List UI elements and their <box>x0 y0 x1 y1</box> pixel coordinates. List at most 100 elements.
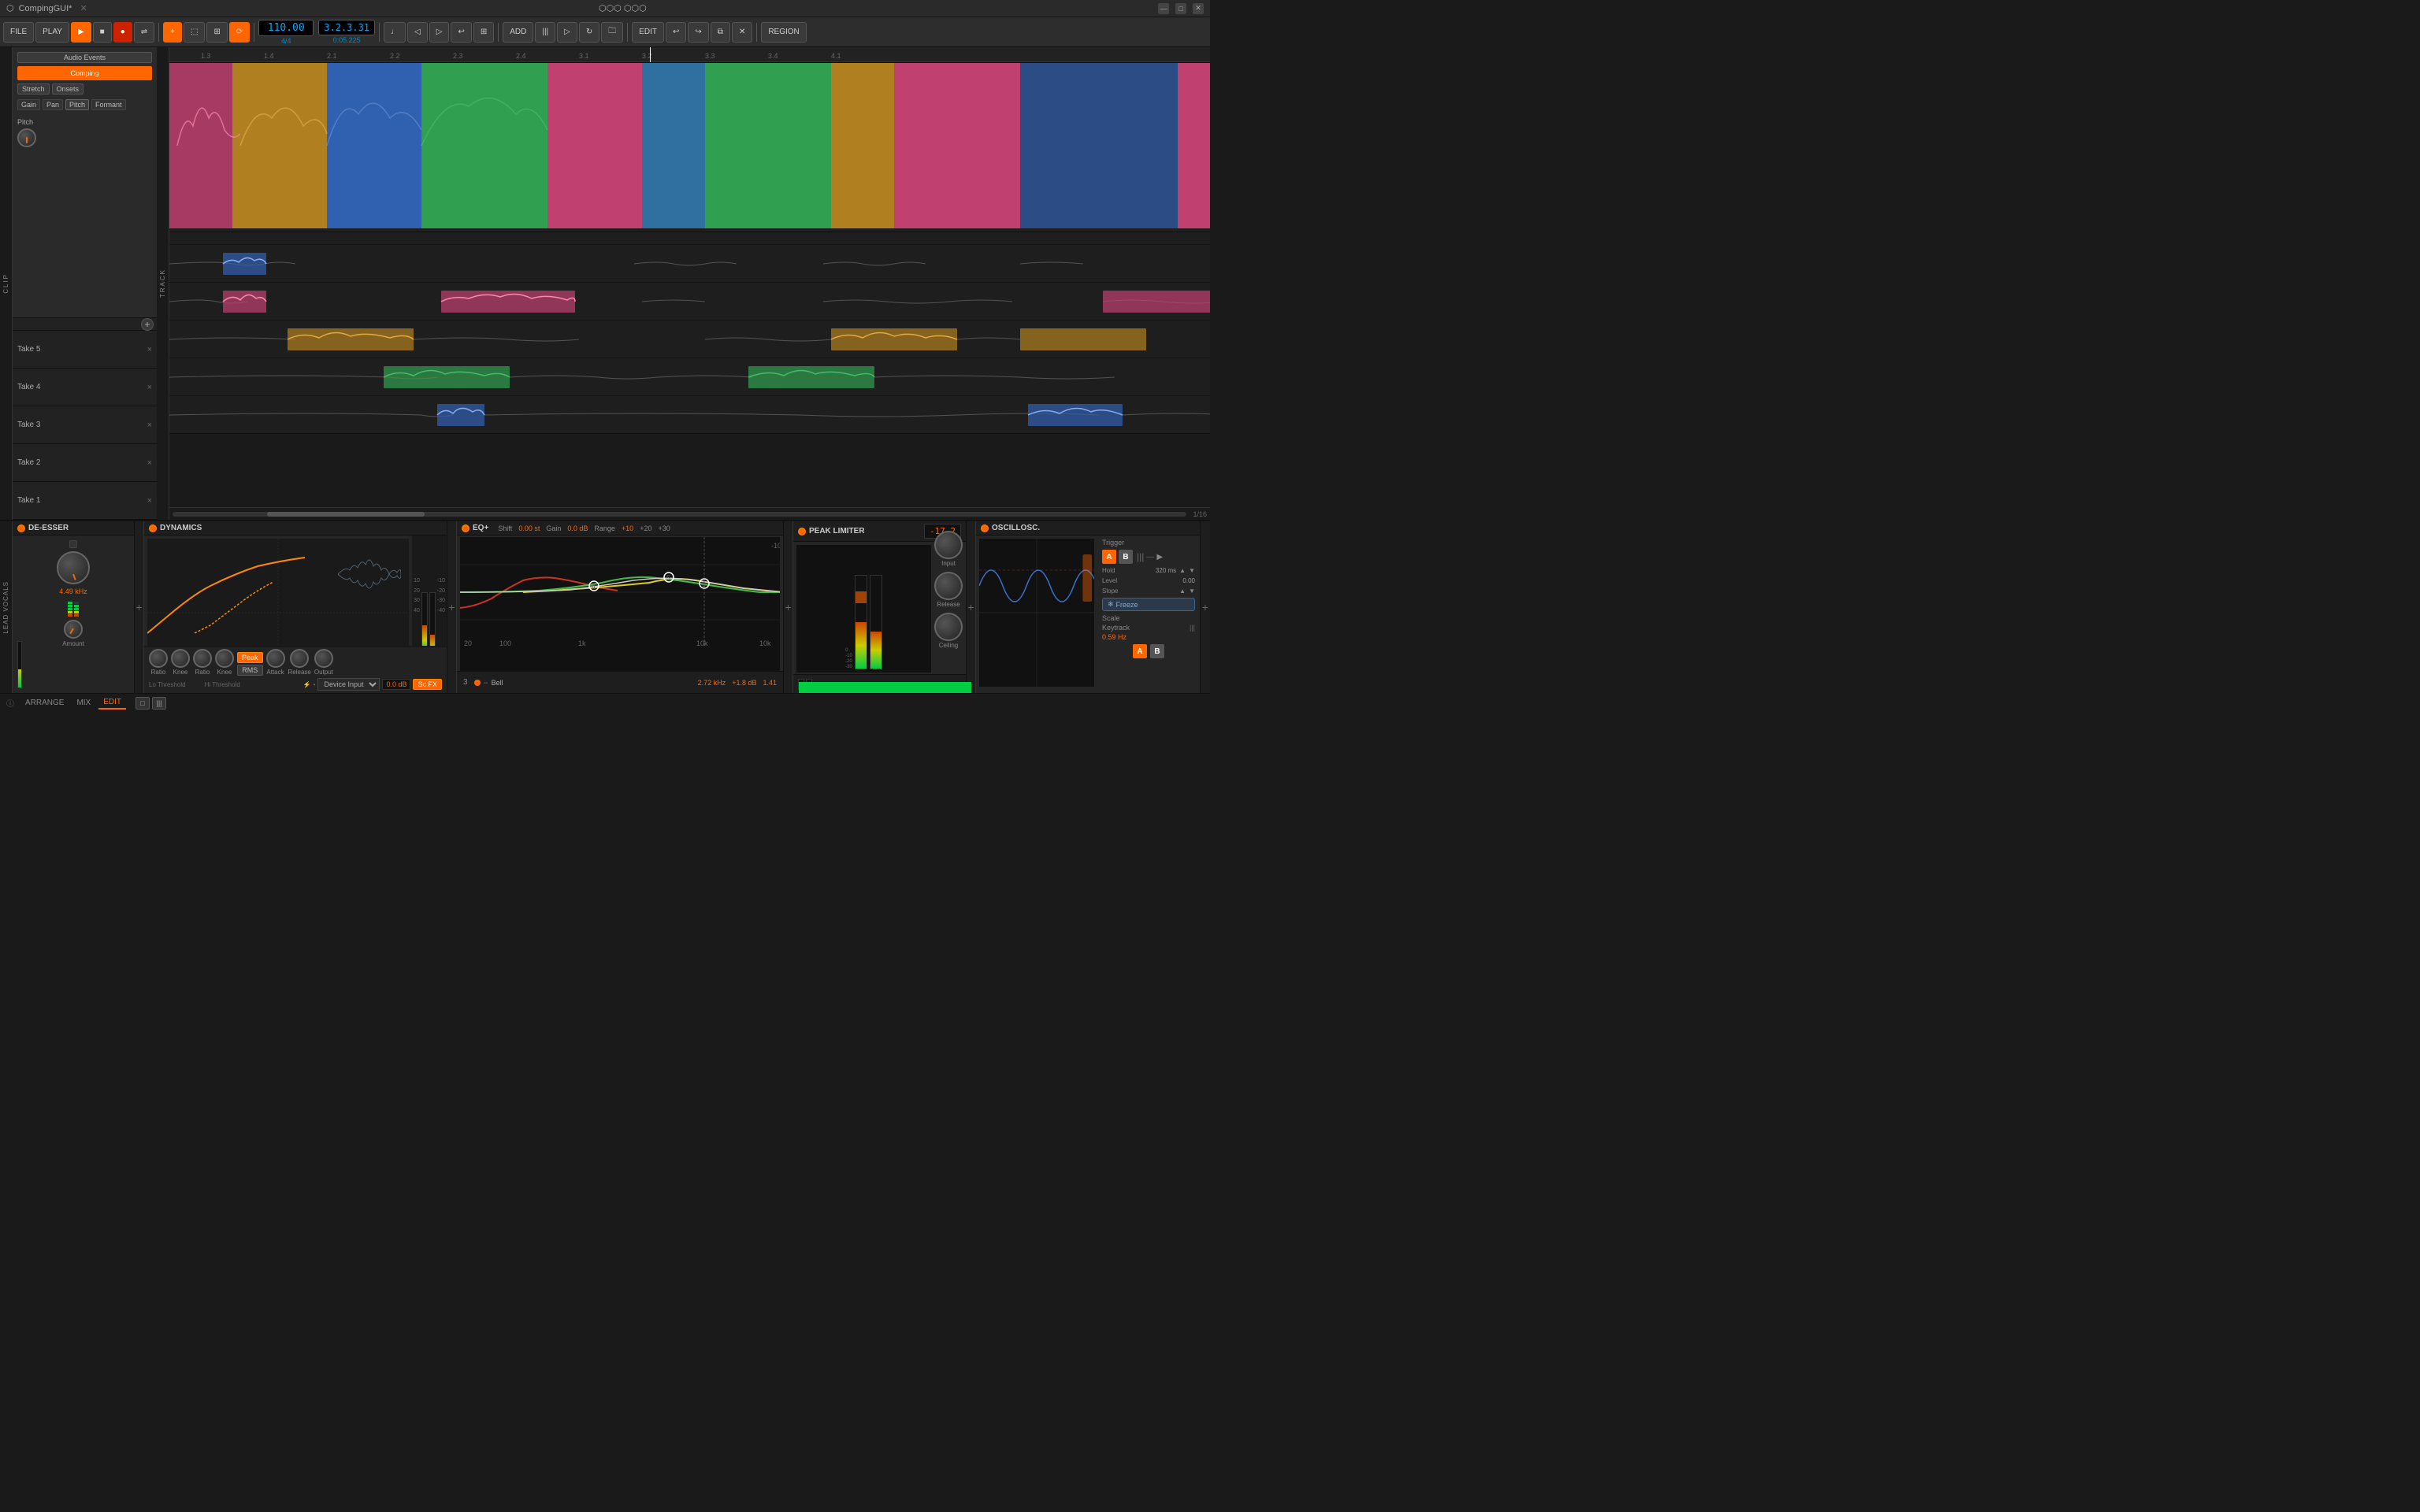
scrollbar-thumb[interactable] <box>267 512 425 517</box>
range-10[interactable]: +10 <box>622 524 633 532</box>
delete-btn[interactable]: ✕ <box>732 22 752 43</box>
audio-events-btn[interactable]: Audio Events <box>17 52 152 63</box>
hold-down[interactable]: ▼ <box>1189 567 1195 574</box>
eq-power[interactable] <box>462 524 470 532</box>
win-maximize-btn[interactable]: □ <box>1175 3 1186 14</box>
stretch-btn[interactable]: Stretch <box>17 83 50 94</box>
pan-btn[interactable]: Pan <box>43 99 63 110</box>
slope-down[interactable]: ▼ <box>1189 587 1195 595</box>
b-btn[interactable]: B <box>1119 550 1133 564</box>
folder-btn[interactable]: 🗀 <box>601 22 623 43</box>
take4-waveform[interactable] <box>169 283 1210 321</box>
freeze-btn[interactable]: ❄ Freeze <box>1102 598 1195 611</box>
take5-close[interactable]: × <box>147 345 152 354</box>
undo-btn[interactable]: ↩ <box>666 22 686 43</box>
play-label-btn[interactable]: PLAY <box>35 22 69 43</box>
rms-btn[interactable]: RMS <box>237 665 263 676</box>
pl-release-knob[interactable] <box>934 572 963 600</box>
main-waveform[interactable] <box>169 63 1210 232</box>
region-btn[interactable]: REGION <box>761 22 806 43</box>
dynamics-power[interactable] <box>149 524 157 532</box>
band-power-indicator[interactable] <box>474 680 481 686</box>
scale-b-btn[interactable]: B <box>1150 644 1164 658</box>
play-btn[interactable]: ▶ <box>71 22 91 43</box>
osc-add-left[interactable]: + <box>967 521 976 693</box>
arrange-tab[interactable]: ARRANGE <box>20 697 69 709</box>
end-add[interactable]: + <box>1201 521 1210 693</box>
view-btn-2[interactable]: ||| <box>152 697 166 710</box>
de-esser-power[interactable] <box>17 524 25 532</box>
comp-btn[interactable]: ⬚ <box>184 22 205 43</box>
hi-knee-knob[interactable] <box>215 649 234 668</box>
limiter-add-left[interactable]: + <box>784 521 793 693</box>
scale-a-btn[interactable]: A <box>1133 644 1147 658</box>
keytrack-icon[interactable]: ||| <box>1190 624 1195 632</box>
eq-add-left[interactable]: + <box>447 521 457 693</box>
cycle-btn[interactable]: ↻ <box>579 22 599 43</box>
add-osc-btn[interactable]: + <box>967 601 974 613</box>
lo-knee-knob[interactable] <box>171 649 190 668</box>
mix-tab[interactable]: MIX <box>72 697 95 709</box>
take1-waveform[interactable] <box>169 396 1210 434</box>
metronome-btn[interactable]: ♩ <box>384 22 406 43</box>
peak-limiter-power[interactable] <box>798 528 806 536</box>
add-btn[interactable]: + <box>163 22 182 43</box>
output-knob[interactable] <box>314 649 333 668</box>
end-add-btn[interactable]: + <box>1202 601 1208 613</box>
osc-power[interactable] <box>981 524 989 532</box>
region-mode-btn[interactable]: ⊞ <box>206 22 227 43</box>
release-knob[interactable] <box>290 649 309 668</box>
comping-btn[interactable]: Comping <box>17 66 152 80</box>
loop-btn[interactable]: ⇌ <box>134 22 154 43</box>
pitch-btn[interactable]: Pitch <box>65 99 89 110</box>
redo-btn[interactable]: ↪ <box>688 22 708 43</box>
loop-mode-btn[interactable]: ⟳ <box>229 22 250 43</box>
tab-close[interactable]: ✕ <box>80 3 87 13</box>
range-20[interactable]: +20 <box>640 524 651 532</box>
gain-btn[interactable]: Gain <box>17 99 40 110</box>
lo-ratio-knob[interactable] <box>149 649 168 668</box>
hold-up[interactable]: ▲ <box>1179 567 1186 574</box>
take1-close[interactable]: × <box>147 496 152 506</box>
sc-fx-btn[interactable]: Sc FX <box>413 679 442 690</box>
de-esser-freq-knob[interactable] <box>57 551 90 584</box>
range-30[interactable]: +30 <box>658 524 670 532</box>
hi-ratio-knob[interactable] <box>193 649 212 668</box>
meter-btn[interactable]: ||| <box>535 22 555 43</box>
stop-btn[interactable]: ■ <box>93 22 112 43</box>
forward-btn[interactable]: ⊞ <box>473 22 494 43</box>
edit-btn[interactable]: EDIT <box>632 22 664 43</box>
attack-knob[interactable] <box>266 649 285 668</box>
dynamics-add-left[interactable]: + <box>135 521 144 693</box>
win-minimize-btn[interactable]: — <box>1158 3 1169 14</box>
take5-waveform[interactable] <box>169 245 1210 283</box>
ceiling-knob[interactable] <box>934 613 963 641</box>
play-icon[interactable]: ▶ <box>1156 553 1163 561</box>
nudge-right-btn[interactable]: ▷ <box>429 22 450 43</box>
add-dynamics-btn[interactable]: + <box>135 601 142 613</box>
view-btn-1[interactable]: □ <box>135 697 150 710</box>
take2-waveform[interactable] <box>169 358 1210 396</box>
pitch-knob[interactable] <box>17 128 36 147</box>
record-btn[interactable]: ● <box>113 22 132 43</box>
edit-tab[interactable]: EDIT <box>98 696 126 710</box>
onsets-btn[interactable]: Onsets <box>52 83 84 94</box>
copy-btn[interactable]: ⧉ <box>711 22 730 43</box>
take3-waveform[interactable] <box>169 321 1210 358</box>
add-eq-btn[interactable]: + <box>448 601 455 613</box>
input-knob[interactable] <box>934 531 963 559</box>
play2-btn[interactable]: ▷ <box>557 22 577 43</box>
formant-btn[interactable]: Formant <box>91 99 126 110</box>
file-btn[interactable]: FILE <box>3 22 34 43</box>
add-take-btn[interactable]: + <box>141 318 154 331</box>
a-btn[interactable]: A <box>1102 550 1116 564</box>
rewind-btn[interactable]: ↩ <box>451 22 471 43</box>
nudge-left-btn[interactable]: ◁ <box>407 22 428 43</box>
add-limiter-btn[interactable]: + <box>785 601 791 613</box>
eq-graph[interactable]: 20 100 1k 10k 10k 4 5 <box>460 537 780 691</box>
add-track-btn[interactable]: ADD <box>503 22 533 43</box>
peak-btn[interactable]: Peak <box>237 652 263 663</box>
amount-knob[interactable] <box>64 620 83 639</box>
take3-close[interactable]: × <box>147 421 152 430</box>
slope-up[interactable]: ▲ <box>1179 587 1186 595</box>
